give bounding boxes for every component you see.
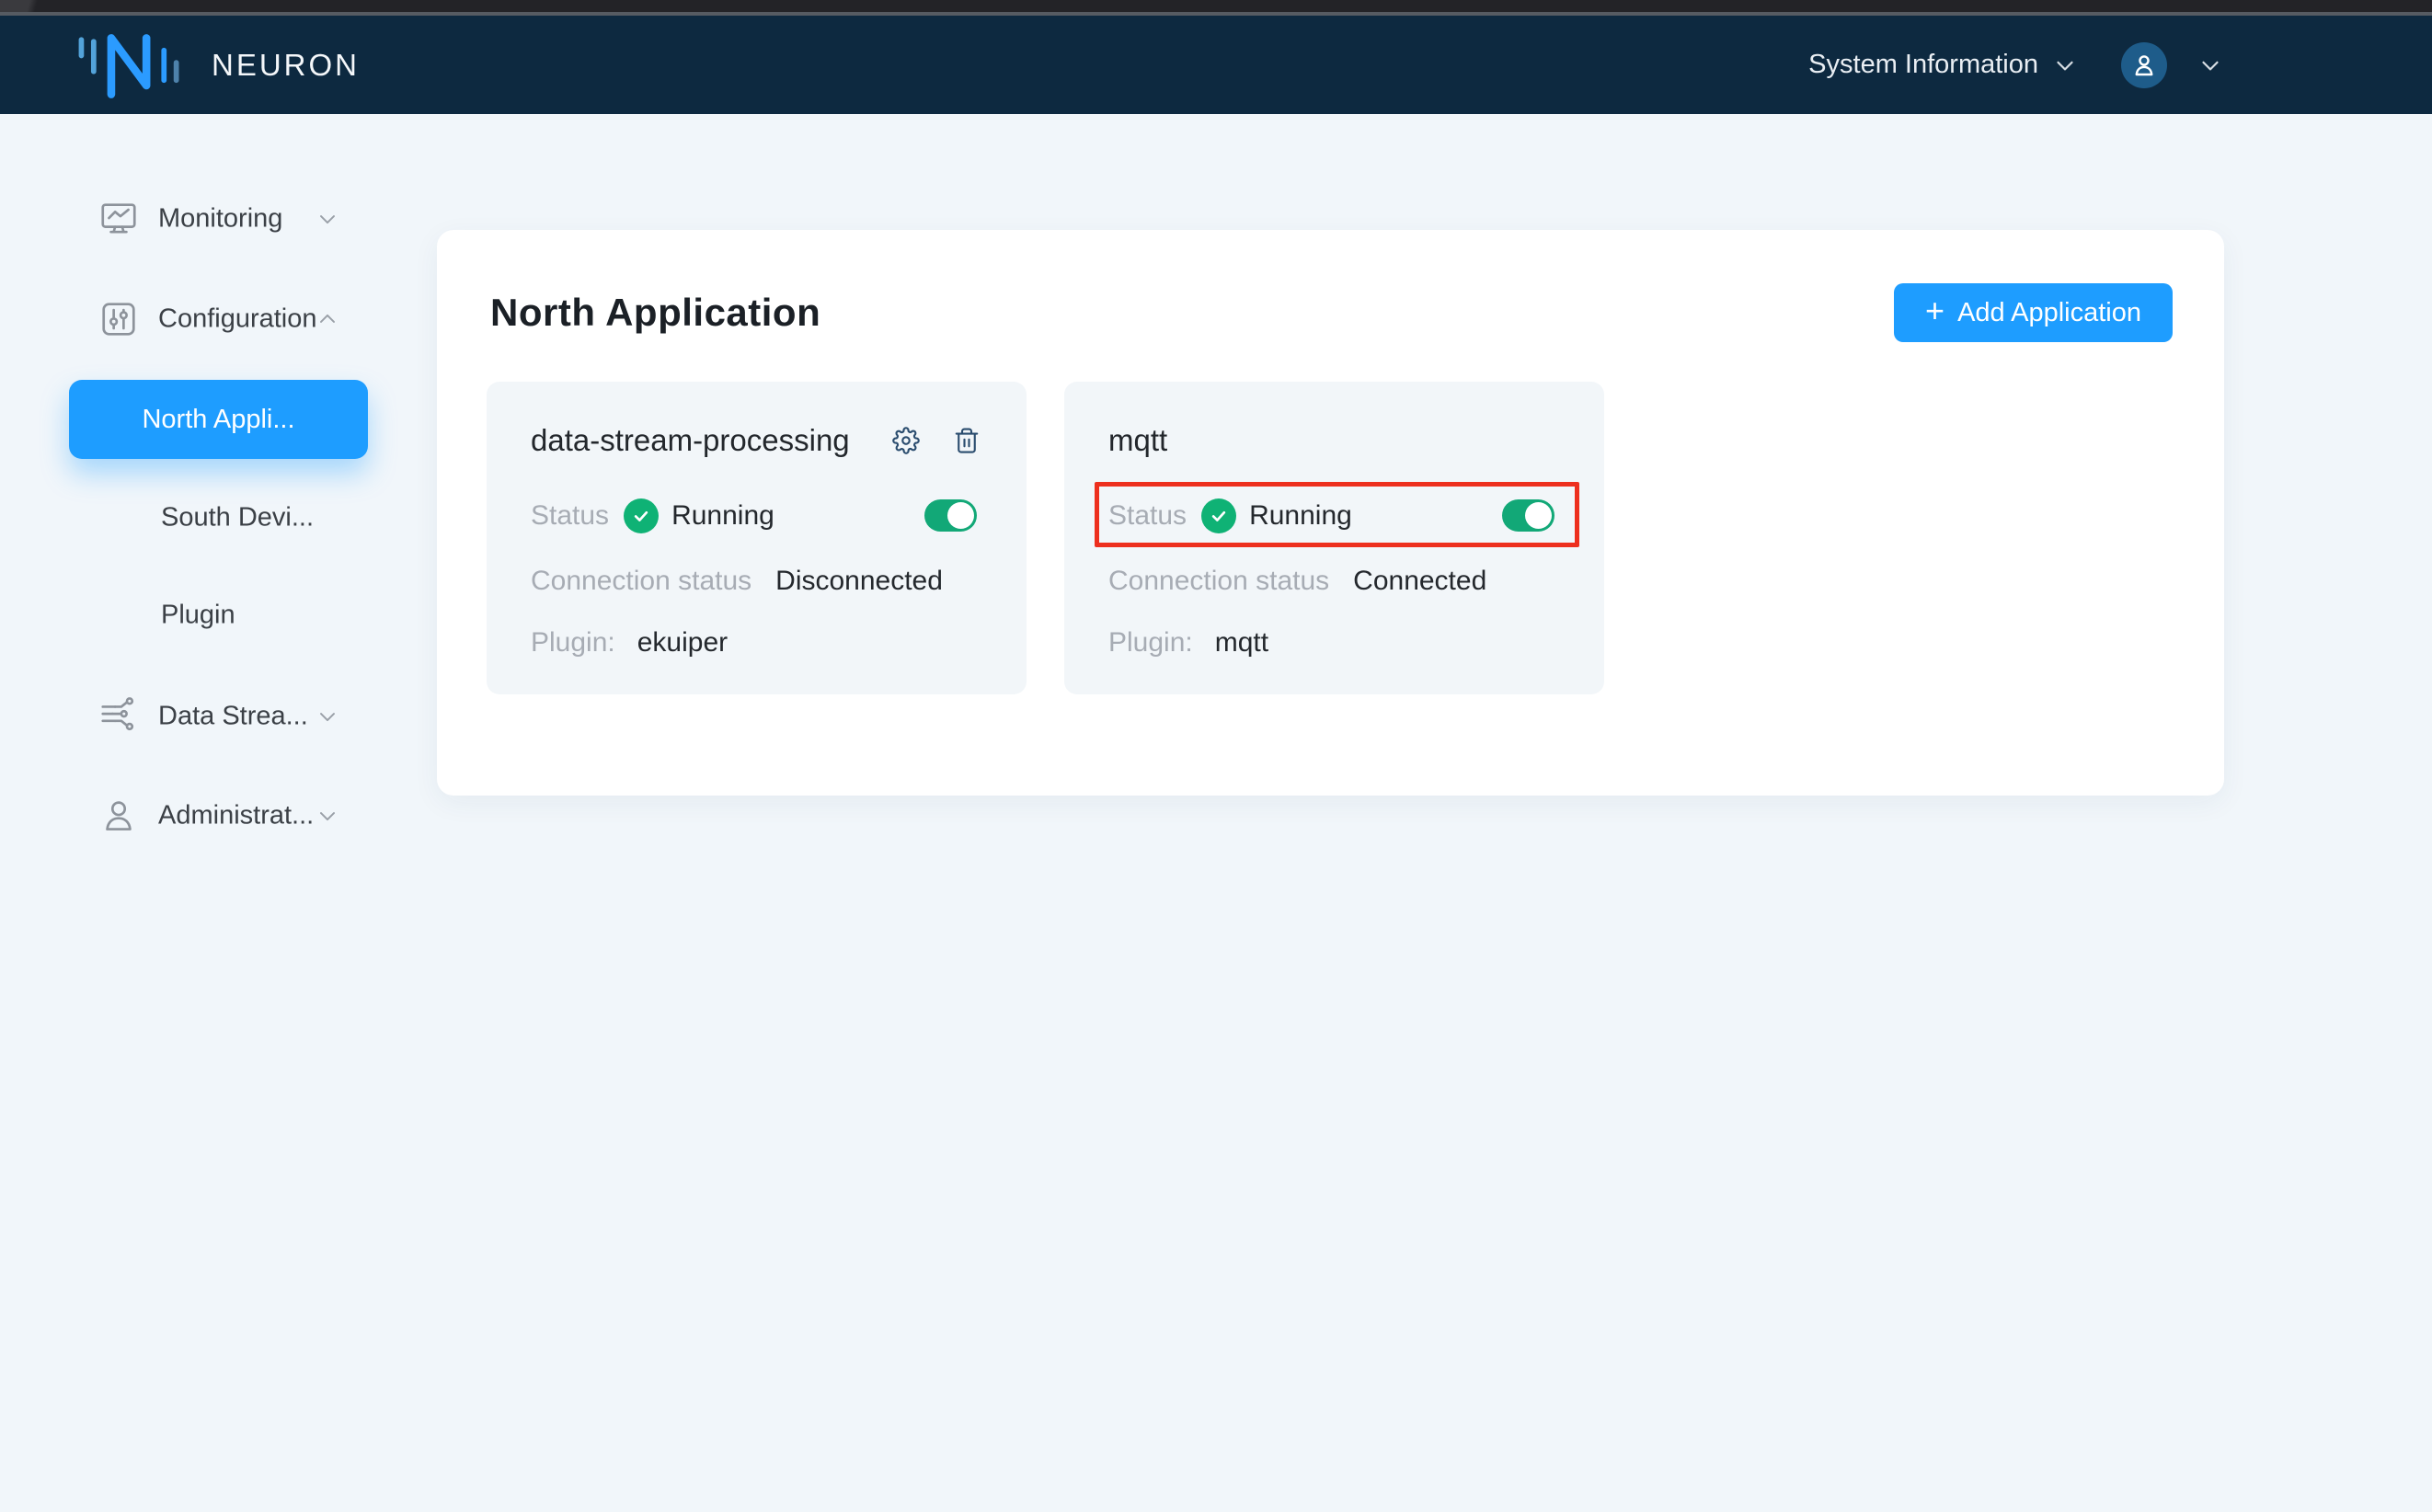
account-chevron-down-icon[interactable] <box>2197 52 2224 79</box>
sidebar-item-label: Plugin <box>161 601 235 631</box>
sliders-icon <box>98 298 140 340</box>
page-title: North Application <box>490 291 820 335</box>
toggle-knob <box>947 502 974 529</box>
data-stream-icon <box>98 695 140 738</box>
connection-row: Connection status Disconnected <box>531 563 943 600</box>
main-panel: North Application + Add Application data… <box>437 230 2224 796</box>
card-header: data-stream-processing <box>531 420 981 461</box>
sidebar-item-label: Monitoring <box>158 204 282 235</box>
sidebar-item-label: North Appli... <box>142 405 294 435</box>
delete-button[interactable] <box>953 427 981 454</box>
add-application-button[interactable]: + Add Application <box>1894 283 2173 342</box>
connection-label: Connection status <box>1108 566 1329 597</box>
toggle-knob <box>1525 502 1552 529</box>
plugin-row: Plugin: ekuiper <box>531 624 728 661</box>
sidebar-item-administration[interactable]: Administrat... <box>0 794 423 838</box>
plugin-label: Plugin: <box>531 627 615 659</box>
status-value: Running <box>671 500 774 532</box>
plugin-row: Plugin: mqtt <box>1108 624 1268 661</box>
add-application-label: Add Application <box>1957 298 2141 328</box>
connection-label: Connection status <box>531 566 751 597</box>
user-icon <box>2129 51 2159 80</box>
sidebar-item-label: Data Strea... <box>158 702 308 732</box>
avatar[interactable] <box>2121 42 2167 88</box>
status-value: Running <box>1249 500 1352 532</box>
plugin-value: ekuiper <box>637 627 728 659</box>
sidebar-item-data-stream[interactable]: Data Strea... <box>0 694 423 739</box>
sidebar-item-label: Configuration <box>158 304 317 335</box>
status-row: Status Running <box>531 498 774 534</box>
connection-value: Disconnected <box>775 566 943 597</box>
window-chrome-tab-edge <box>24 0 40 12</box>
plus-icon: + <box>1925 294 1944 327</box>
system-information-menu[interactable]: System Information <box>1808 50 2079 80</box>
chevron-down-icon <box>315 803 340 829</box>
sidebar: Monitoring Configuration North Appli... … <box>0 114 423 1512</box>
sidebar-item-configuration[interactable]: Configuration <box>0 297 423 341</box>
neuron-logo-icon <box>70 26 189 105</box>
system-information-label: System Information <box>1808 50 2038 80</box>
settings-button[interactable] <box>892 427 920 454</box>
sidebar-item-north-application[interactable]: North Appli... <box>69 380 368 459</box>
connection-value: Connected <box>1353 566 1486 597</box>
chevron-down-icon <box>315 206 340 232</box>
app-card-mqtt: mqtt Status Running Connection status Co… <box>1064 382 1604 694</box>
sidebar-item-label: South Devi... <box>161 503 314 533</box>
plugin-label: Plugin: <box>1108 627 1193 659</box>
plugin-value: mqtt <box>1215 627 1268 659</box>
sidebar-item-label: Administrat... <box>158 801 314 831</box>
top-navbar: NEURON System Information <box>0 16 2432 114</box>
brand: NEURON <box>70 26 360 105</box>
sidebar-item-south-device[interactable]: South Devi... <box>0 496 423 540</box>
monitor-chart-icon <box>98 198 140 240</box>
status-row: Status Running <box>1108 498 1352 534</box>
check-circle-icon <box>1201 498 1236 533</box>
brand-name: NEURON <box>212 48 360 83</box>
status-label: Status <box>1108 500 1187 532</box>
user-icon <box>98 795 140 837</box>
status-toggle[interactable] <box>1502 499 1554 532</box>
connection-row: Connection status Connected <box>1108 563 1486 600</box>
card-header: mqtt <box>1108 420 1558 461</box>
window-chrome <box>0 0 2432 16</box>
check-circle-icon <box>624 498 659 533</box>
gear-icon <box>892 427 920 454</box>
chevron-down-icon <box>2051 52 2079 79</box>
trash-icon <box>953 427 981 454</box>
chevron-down-icon <box>315 704 340 729</box>
sidebar-item-monitoring[interactable]: Monitoring <box>0 197 423 241</box>
app-name: mqtt <box>1108 423 1167 458</box>
application-list: data-stream-processing <box>487 382 1604 694</box>
chevron-up-icon <box>315 306 340 332</box>
status-toggle[interactable] <box>924 499 977 532</box>
app-card-data-stream-processing: data-stream-processing <box>487 382 1027 694</box>
status-label: Status <box>531 500 609 532</box>
app-name: data-stream-processing <box>531 423 850 458</box>
sidebar-item-plugin[interactable]: Plugin <box>0 593 423 637</box>
